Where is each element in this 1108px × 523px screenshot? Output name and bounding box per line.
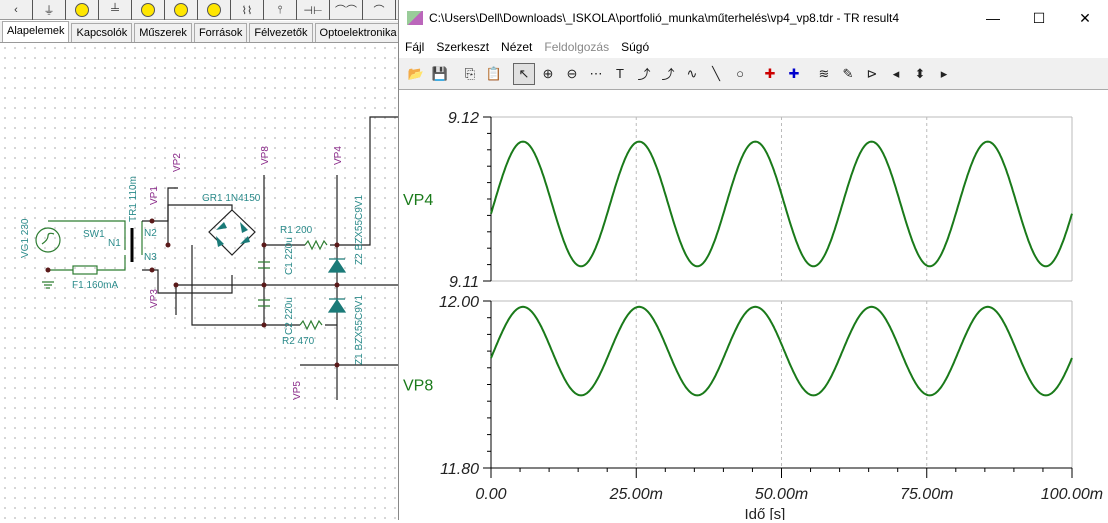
label-vp1: VP1 (149, 186, 160, 205)
grid-icon[interactable]: ⋯ (585, 63, 607, 85)
menu-bar: Fájl Szerkeszt Nézet Feldolgozás Súgó (399, 36, 1108, 58)
cursor-a-icon[interactable]: ✚ (759, 63, 781, 85)
scroll-left-button[interactable]: ‹ (0, 0, 33, 20)
x-tick-label: 25.00m (609, 486, 663, 503)
resistor-icon[interactable]: ⌇⌇ (231, 0, 264, 20)
tab-kapcsolok[interactable]: Kapcsolók (71, 23, 133, 42)
x-tick-label: 75.00m (900, 486, 953, 503)
potentiometer-icon[interactable]: ⫯ (264, 0, 297, 20)
battery-icon[interactable]: ╧ (99, 0, 132, 20)
menu-súgó[interactable]: Súgó (621, 40, 649, 54)
label-f1: F1 160mA (72, 280, 118, 291)
tab-optoelektronika[interactable]: Optoelektronika (314, 23, 402, 42)
x-tick-label: 50.00m (755, 486, 808, 503)
tab-forrasok[interactable]: Források (193, 23, 248, 42)
probe-icon[interactable]: ✎ (837, 63, 859, 85)
title-bar[interactable]: C:\Users\Dell\Downloads\_ISKOLA\portfoli… (399, 0, 1108, 36)
ground-icon[interactable]: ⏚ (33, 0, 66, 20)
x-axis-label: Idő [s] (745, 506, 786, 520)
label-vp2: VP2 (172, 153, 183, 172)
label-z1: Z1 BZX55C9V1 (354, 295, 365, 365)
label-vg1: VG1 230 (20, 218, 31, 258)
label-z2: Z2 BZX55C9V1 (354, 195, 365, 265)
y-tick-label-bottom: 11.80 (440, 461, 479, 478)
text-icon[interactable]: T (609, 63, 631, 85)
y-tick-label-bottom: 9.11 (449, 274, 479, 291)
tab-alapelemek[interactable]: Alapelemek (2, 21, 70, 42)
menu-szerkeszt[interactable]: Szerkeszt (436, 40, 489, 54)
zoom-in-icon[interactable]: ⊕ (537, 63, 559, 85)
toolbar: 📂 💾 ⎘ 📋 ↖ ⊕ ⊖ ⋯ T ⤴ ⤴ ∿ ╲ ○ ✚ ✚ ≋ ✎ ⊳ ◂ ⬍ ▸ (399, 58, 1108, 90)
line-icon[interactable]: ╲ (705, 63, 727, 85)
series-label-vp4: VP4 (403, 192, 433, 209)
y-tick-label-top: 12.00 (439, 294, 479, 311)
arrow-updown-icon[interactable]: ⬍ (909, 63, 931, 85)
label-c1: C1 220u (284, 237, 295, 275)
curve-label-icon[interactable]: ⤴ (633, 63, 655, 85)
label-vp3: VP3 (149, 289, 160, 308)
label-tr1: TR1 110m (128, 176, 139, 222)
ammeter-icon[interactable] (198, 0, 231, 20)
x-tick-label: 0.00 (475, 486, 506, 503)
open-icon[interactable]: 📂 (405, 63, 427, 85)
app-icon (407, 11, 423, 25)
arrow-right-icon[interactable]: ▸ (933, 63, 955, 85)
arrow-left-icon[interactable]: ◂ (885, 63, 907, 85)
label-c2: C2 220u (284, 297, 295, 335)
transformer-icon[interactable]: ⌒ (363, 0, 396, 20)
voltage-source-icon[interactable] (132, 0, 165, 20)
y-tick-label-top: 9.12 (448, 110, 479, 127)
pointer-icon[interactable]: ↖ (513, 62, 535, 85)
tr-result-window: C:\Users\Dell\Downloads\_ISKOLA\portfoli… (398, 0, 1108, 523)
component-toolbar: ‹ ⏚ ╧ ⌇⌇ ⫯ ⊣⊢ ⌒⌒ ⌒ (0, 0, 400, 20)
schematic-editor: ‹ ⏚ ╧ ⌇⌇ ⫯ ⊣⊢ ⌒⌒ ⌒ Alapelemek Kapcsolók … (0, 0, 402, 520)
window-title: C:\Users\Dell\Downloads\_ISKOLA\portfoli… (429, 11, 899, 25)
menu-feldolgozás[interactable]: Feldolgozás (544, 40, 609, 54)
label-vp5: VP5 (292, 381, 303, 400)
series-label-vp8: VP8 (403, 378, 433, 395)
tab-felvezetok[interactable]: Félvezetők (249, 23, 313, 42)
voltmeter-icon[interactable] (165, 0, 198, 20)
add-curve-icon[interactable]: ≋ (813, 63, 835, 85)
minimize-button[interactable]: — (970, 10, 1016, 26)
label-r2: R2 470 (282, 336, 315, 347)
label-n2: N2 (144, 228, 157, 239)
flag-icon[interactable]: ⊳ (861, 63, 883, 85)
close-button[interactable]: ✕ (1062, 10, 1108, 27)
menu-fájl[interactable]: Fájl (405, 40, 424, 54)
copy-icon[interactable]: ⎘ (459, 63, 481, 85)
curve-query-icon[interactable]: ⤴ (657, 63, 679, 85)
label-n3: N3 (144, 252, 157, 263)
schematic-canvas[interactable]: VG1 230 SW1 F1 160mA TR1 110m N1 N2 N3 G… (0, 43, 400, 520)
capacitor-icon[interactable]: ⊣⊢ (297, 0, 330, 20)
inductor-icon[interactable]: ⌒⌒ (330, 0, 363, 20)
label-sw1: SW1 (83, 229, 105, 240)
label-vp8: VP8 (260, 146, 271, 165)
label-gr1: GR1 1N4150 (202, 193, 261, 204)
circle-icon[interactable]: ○ (729, 63, 751, 85)
plot-area[interactable]: 9.12 9.11 VP4 12.00 11.80 VP8 0.00 25.00m 50.00m… (399, 92, 1108, 523)
label-vp4: VP4 (333, 146, 344, 165)
save-icon[interactable]: 💾 (429, 63, 451, 85)
maximize-button[interactable]: ☐ (1016, 10, 1062, 27)
tab-muszerek[interactable]: Műszerek (134, 23, 192, 42)
cursor-b-icon[interactable]: ✚ (783, 63, 805, 85)
zoom-100-icon[interactable]: ⊖ (561, 63, 583, 85)
label-r1: R1 200 (280, 225, 313, 236)
formula-icon[interactable]: ∿ (681, 63, 703, 85)
label-n1: N1 (108, 238, 121, 249)
lamp-icon[interactable] (66, 0, 99, 20)
menu-nézet[interactable]: Nézet (501, 40, 532, 54)
x-tick-label: 100.00m (1041, 486, 1103, 503)
component-tabs: Alapelemek Kapcsolók Műszerek Források F… (0, 21, 402, 43)
paste-icon[interactable]: 📋 (483, 63, 505, 85)
